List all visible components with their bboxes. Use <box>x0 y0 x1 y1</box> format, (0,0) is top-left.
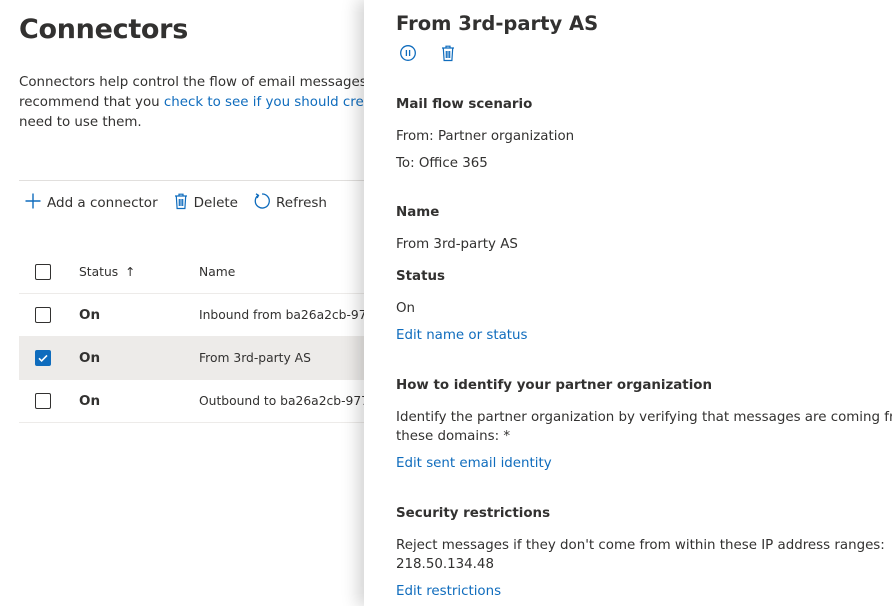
edit-name-status-link[interactable]: Edit name or status <box>396 328 528 343</box>
refresh-button[interactable]: Refresh <box>253 192 327 214</box>
security-line-1: Reject messages if they don't come from … <box>396 538 885 553</box>
delete-label: Delete <box>193 195 238 211</box>
select-all-checkbox[interactable] <box>35 264 51 280</box>
table-header: Status ↑ Name <box>19 250 419 294</box>
row-status: On <box>79 393 101 409</box>
trash-icon <box>173 192 194 214</box>
name-column-header[interactable]: Name <box>199 265 235 279</box>
pause-icon <box>399 44 417 66</box>
name-value: From 3rd-party AS <box>396 237 518 252</box>
add-connector-button[interactable]: Add a connector <box>24 192 158 214</box>
add-connector-label: Add a connector <box>47 195 158 211</box>
mail-flow-heading: Mail flow scenario <box>396 97 533 112</box>
status-value: On <box>396 301 416 316</box>
refresh-label: Refresh <box>275 195 327 211</box>
name-heading: Name <box>396 205 440 220</box>
table-row[interactable]: On Inbound from ba26a2cb-9776-4 <box>19 294 419 337</box>
panel-actions <box>398 45 478 65</box>
identify-line-2: these domains: * <box>396 429 511 444</box>
edit-restrictions-link[interactable]: Edit restrictions <box>396 584 501 599</box>
row-checkbox[interactable] <box>35 393 51 409</box>
mail-flow-from: From: Partner organization <box>396 129 575 144</box>
identify-heading: How to identify your partner organizatio… <box>396 378 713 393</box>
identify-line-1: Identify the partner organization by ver… <box>396 410 892 425</box>
row-checkbox[interactable] <box>35 350 51 366</box>
mail-flow-to: To: Office 365 <box>396 156 488 171</box>
status-header-label: Status <box>79 265 119 279</box>
command-bar-divider <box>19 180 399 181</box>
row-checkbox[interactable] <box>35 307 51 323</box>
page-title: Connectors <box>19 14 188 45</box>
table-row[interactable]: On Outbound to ba26a2cb-9776-4 <box>19 380 419 423</box>
status-column-header[interactable]: Status ↑ <box>79 265 135 279</box>
connector-details-panel: From 3rd-party AS Mail flow scenario Fro… <box>364 0 892 606</box>
edit-sent-email-identity-link[interactable]: Edit sent email identity <box>396 456 552 471</box>
row-status: On <box>79 307 101 323</box>
connectors-table: Status ↑ Name On Inbound from ba26a2cb-9… <box>19 250 419 423</box>
security-ip-range: 218.50.134.48 <box>396 557 494 572</box>
row-name[interactable]: Outbound to ba26a2cb-9776-4 <box>199 394 389 408</box>
plus-icon <box>24 192 47 214</box>
row-name[interactable]: From 3rd-party AS <box>199 351 311 365</box>
refresh-icon <box>253 192 276 214</box>
intro-line-2-prefix: recommend that you <box>19 95 164 110</box>
command-bar: Add a connector Delete Refresh <box>24 190 342 216</box>
delete-button[interactable]: Delete <box>173 192 238 214</box>
trash-icon <box>440 44 456 66</box>
security-heading: Security restrictions <box>396 506 551 521</box>
table-row[interactable]: On From 3rd-party AS <box>19 337 419 380</box>
panel-title: From 3rd-party AS <box>396 12 599 35</box>
row-status: On <box>79 350 101 366</box>
status-heading: Status <box>396 269 445 284</box>
intro-check-link[interactable]: check to see if you should create a <box>164 95 398 110</box>
pause-button[interactable] <box>398 45 418 65</box>
arrow-up-icon: ↑ <box>125 265 136 279</box>
panel-delete-button[interactable] <box>438 45 458 65</box>
